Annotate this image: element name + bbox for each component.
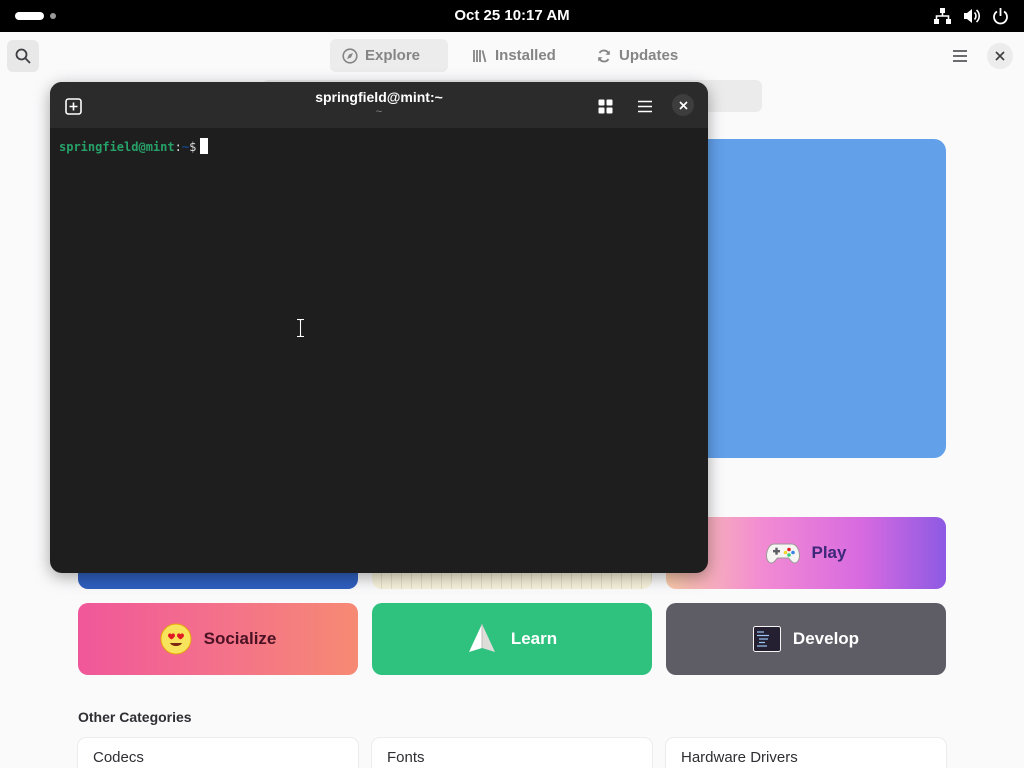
hamburger-icon [953,50,967,62]
search-icon [15,48,31,64]
category-play-label: Play [811,543,847,562]
close-icon [678,100,688,110]
category-play[interactable]: Play [666,517,946,589]
window-close-button[interactable] [987,43,1013,69]
main-menu-button[interactable] [944,40,976,72]
category-card-hardware-drivers[interactable]: Hardware Drivers [666,738,946,768]
tab-installed-label: Installed [495,47,556,64]
hamburger-icon [638,100,652,112]
category-socialize-label: Socialize [203,629,277,648]
clock[interactable]: Oct 25 10:17 AM [0,0,1024,32]
search-button[interactable] [7,40,39,72]
prompt-path: ~ [181,140,190,154]
network-icon [933,7,952,25]
prompt-user-host: springfield@mint [59,140,175,154]
power-icon [991,7,1010,25]
terminal-output[interactable]: springfield@mint:~$ [50,128,708,573]
category-socialize[interactable]: Socialize [78,603,358,675]
system-tray[interactable] [933,7,1010,25]
tab-overview-button[interactable] [592,93,618,119]
category-card-fonts[interactable]: Fonts [372,738,652,768]
code-editor-icon [752,626,781,652]
grid-icon [598,99,612,113]
library-icon [473,49,487,62]
category-learn-label: Learn [510,629,558,648]
top-bar: Oct 25 10:17 AM [0,0,1024,32]
tab-updates[interactable]: Updates [584,39,694,72]
shell-prompt: springfield@mint:~$ [59,138,209,154]
other-categories-heading: Other Categories [78,709,192,725]
tab-updates-label: Updates [619,47,679,64]
category-develop[interactable]: Develop [666,603,946,675]
close-icon [995,51,1005,61]
tab-explore[interactable]: Explore [330,39,448,72]
workspace-indicator[interactable] [50,13,56,19]
terminal-close-button[interactable] [672,94,694,116]
activities-button[interactable] [15,12,44,20]
text-cursor [200,138,209,154]
heart-eyes-emoji-icon [160,623,192,655]
category-card-codecs[interactable]: Codecs [78,738,358,768]
category-develop-label: Develop [792,629,860,648]
volume-icon [962,7,981,25]
terminal-menu-button[interactable] [632,93,658,119]
gamepad-icon [765,543,800,564]
tab-explore-label: Explore [365,47,421,64]
category-learn[interactable]: Learn [372,603,652,675]
prompt-separator: : [174,140,182,154]
refresh-icon [598,49,610,62]
tab-installed[interactable]: Installed [460,39,566,72]
terminal-window[interactable]: springfield@mint:~ ~ springfield@mint:~$ [50,82,708,573]
paper-plane-icon [468,624,495,652]
ibeam-cursor-icon [297,318,304,338]
prompt-symbol: $ [189,140,197,154]
compass-icon [342,47,358,64]
terminal-titlebar[interactable]: springfield@mint:~ ~ [50,82,708,128]
